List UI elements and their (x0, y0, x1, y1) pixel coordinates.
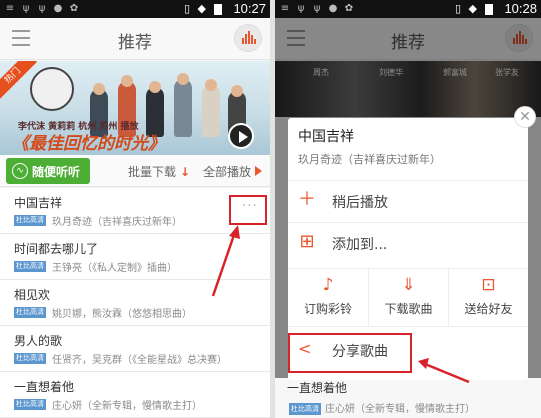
song-artist: 任贤齐，吴克群（《全能星战》总决赛） (52, 355, 227, 366)
usb-icon: ψ (313, 3, 321, 14)
status-time: 10:27 (233, 1, 266, 16)
wifi-icon: ◆ (468, 2, 477, 15)
waveform-icon: ∿ (12, 163, 28, 179)
download-arrow-icon: ↓ (180, 165, 191, 179)
song-artist: 庄心妍（全新专辑，慢情歌主打） (52, 401, 202, 412)
banner-person-head (177, 73, 189, 85)
list-action-bar: ∿ 随便听听 批量下载 ↓ 全部播放 (0, 155, 270, 187)
song-artist: 庄心妍（全新专辑，慢情歌主打） (325, 404, 475, 415)
close-icon[interactable]: ✕ (514, 106, 536, 128)
red-arrow-annotation (211, 225, 240, 297)
banner-person-head (93, 83, 105, 95)
menu-notification-icon: ≡ (5, 3, 15, 14)
song-row[interactable]: 一直想着他 杜比高清 庄心妍（全新专辑，慢情歌主打） (0, 372, 270, 418)
banner-person-head (205, 79, 217, 91)
banner-person (202, 85, 220, 137)
gift-icon: ⊡ (481, 275, 496, 295)
song-title: 相见欢 (14, 288, 51, 302)
add-to-option[interactable]: ⊞ 添加到... (288, 222, 528, 262)
action-grid: ♪ 订购彩铃 ⇓ 下载歌曲 ⊡ 送给好友 (288, 268, 528, 327)
show-logo (30, 67, 74, 111)
banner-headline: 《最佳回忆的时光》 (12, 134, 165, 154)
song-title: 中国吉祥 (14, 196, 63, 210)
song-row[interactable]: 男人的歌 杜比高清 任贤齐，吴克群（《全能星战》总决赛） (0, 326, 270, 372)
right-phone-screen: ≡ ψ ψ ● ✿ ▯ ◆ 10:28 推荐 周杰 刘德华 郭富城 张学友 一直… (275, 0, 541, 418)
song-title: 一直想着他 (14, 380, 75, 394)
song-title: 男人的歌 (14, 334, 63, 348)
menu-notification-icon: ≡ (280, 3, 290, 14)
promo-banner[interactable]: 热门 李代沫 黄莉莉 杭州 苏州 播放 《最佳回忆的时光》 (0, 61, 270, 155)
dialog-song-title: 中国吉祥 (298, 129, 354, 145)
highlight-box (288, 333, 412, 373)
song-artist: 王铮亮（《私人定制》插曲） (52, 263, 177, 274)
play-all-button[interactable]: 全部播放 (203, 163, 263, 180)
banner-person-head (231, 85, 243, 97)
page-title: 推荐 (118, 33, 152, 53)
settings-notification-icon: ✿ (69, 3, 79, 14)
song-artist: 姚贝娜，熊汝霖（悠悠相思曲） (52, 309, 192, 320)
hd-badge: 杜比高清 (14, 399, 46, 410)
usb-icon: ψ (297, 3, 305, 14)
usb-icon: ψ (38, 3, 46, 14)
app-notification-icon: ● (53, 3, 63, 14)
dialog-song-subtitle: 玖月奇迹（吉祥喜庆过新年） (298, 153, 441, 166)
status-time: 10:28 (504, 1, 537, 16)
hd-badge: 杜比高清 (289, 403, 321, 415)
hd-badge: 杜比高清 (14, 353, 46, 364)
song-row: 一直想着他 杜比高清 庄心妍（全新专辑，慢情歌主打） (275, 378, 541, 418)
hd-badge: 杜比高清 (14, 307, 46, 318)
banner-person-head (149, 81, 161, 93)
settings-notification-icon: ✿ (344, 3, 354, 14)
wifi-icon: ◆ (197, 2, 206, 15)
ringtone-option[interactable]: ♪ 订购彩铃 (288, 269, 368, 327)
battery-icon (214, 4, 222, 15)
song-artist: 玖月奇迹（吉祥喜庆过新年） (52, 217, 182, 228)
gift-option[interactable]: ⊡ 送给好友 (448, 269, 528, 327)
red-arrow-annotation (418, 358, 470, 384)
usb-icon: ψ (22, 3, 30, 14)
download-icon: ⇓ (401, 275, 416, 295)
now-playing-icon[interactable] (234, 24, 262, 52)
song-title: 时间都去哪儿了 (14, 242, 99, 256)
shuffle-play-button[interactable]: ∿ 随便听听 (6, 158, 90, 184)
vibrate-icon: ▯ (183, 2, 190, 15)
status-bar: ≡ ψ ψ ● ✿ ▯ ◆ 10:28 (275, 0, 541, 18)
left-phone-screen: ≡ ψ ψ ● ✿ ▯ ◆ 10:27 推荐 热门 李代沫 黄莉莉 杭州 苏州 … (0, 0, 270, 418)
banner-play-icon[interactable] (228, 123, 254, 149)
banner-person-head (121, 75, 133, 87)
plus-icon: ＋ (298, 189, 316, 210)
banner-person (174, 79, 192, 137)
bell-icon: ♪ (322, 275, 334, 295)
battery-icon (485, 4, 493, 15)
batch-download-button[interactable]: 批量下载 ↓ (128, 163, 190, 180)
download-option[interactable]: ⇓ 下载歌曲 (368, 269, 448, 327)
vibrate-icon: ▯ (454, 2, 461, 15)
song-title: 一直想着他 (287, 381, 348, 395)
app-bar: 推荐 (0, 18, 270, 60)
add-to-playlist-icon: ⊞ (299, 231, 315, 252)
play-triangle-icon (255, 166, 263, 176)
hd-badge: 杜比高清 (14, 261, 46, 272)
status-bar: ≡ ψ ψ ● ✿ ▯ ◆ 10:27 (0, 0, 270, 18)
app-notification-icon: ● (328, 3, 338, 14)
highlight-box (229, 195, 267, 225)
hd-badge: 杜比高清 (14, 215, 46, 226)
play-later-option[interactable]: ＋ 稍后播放 (288, 180, 528, 220)
